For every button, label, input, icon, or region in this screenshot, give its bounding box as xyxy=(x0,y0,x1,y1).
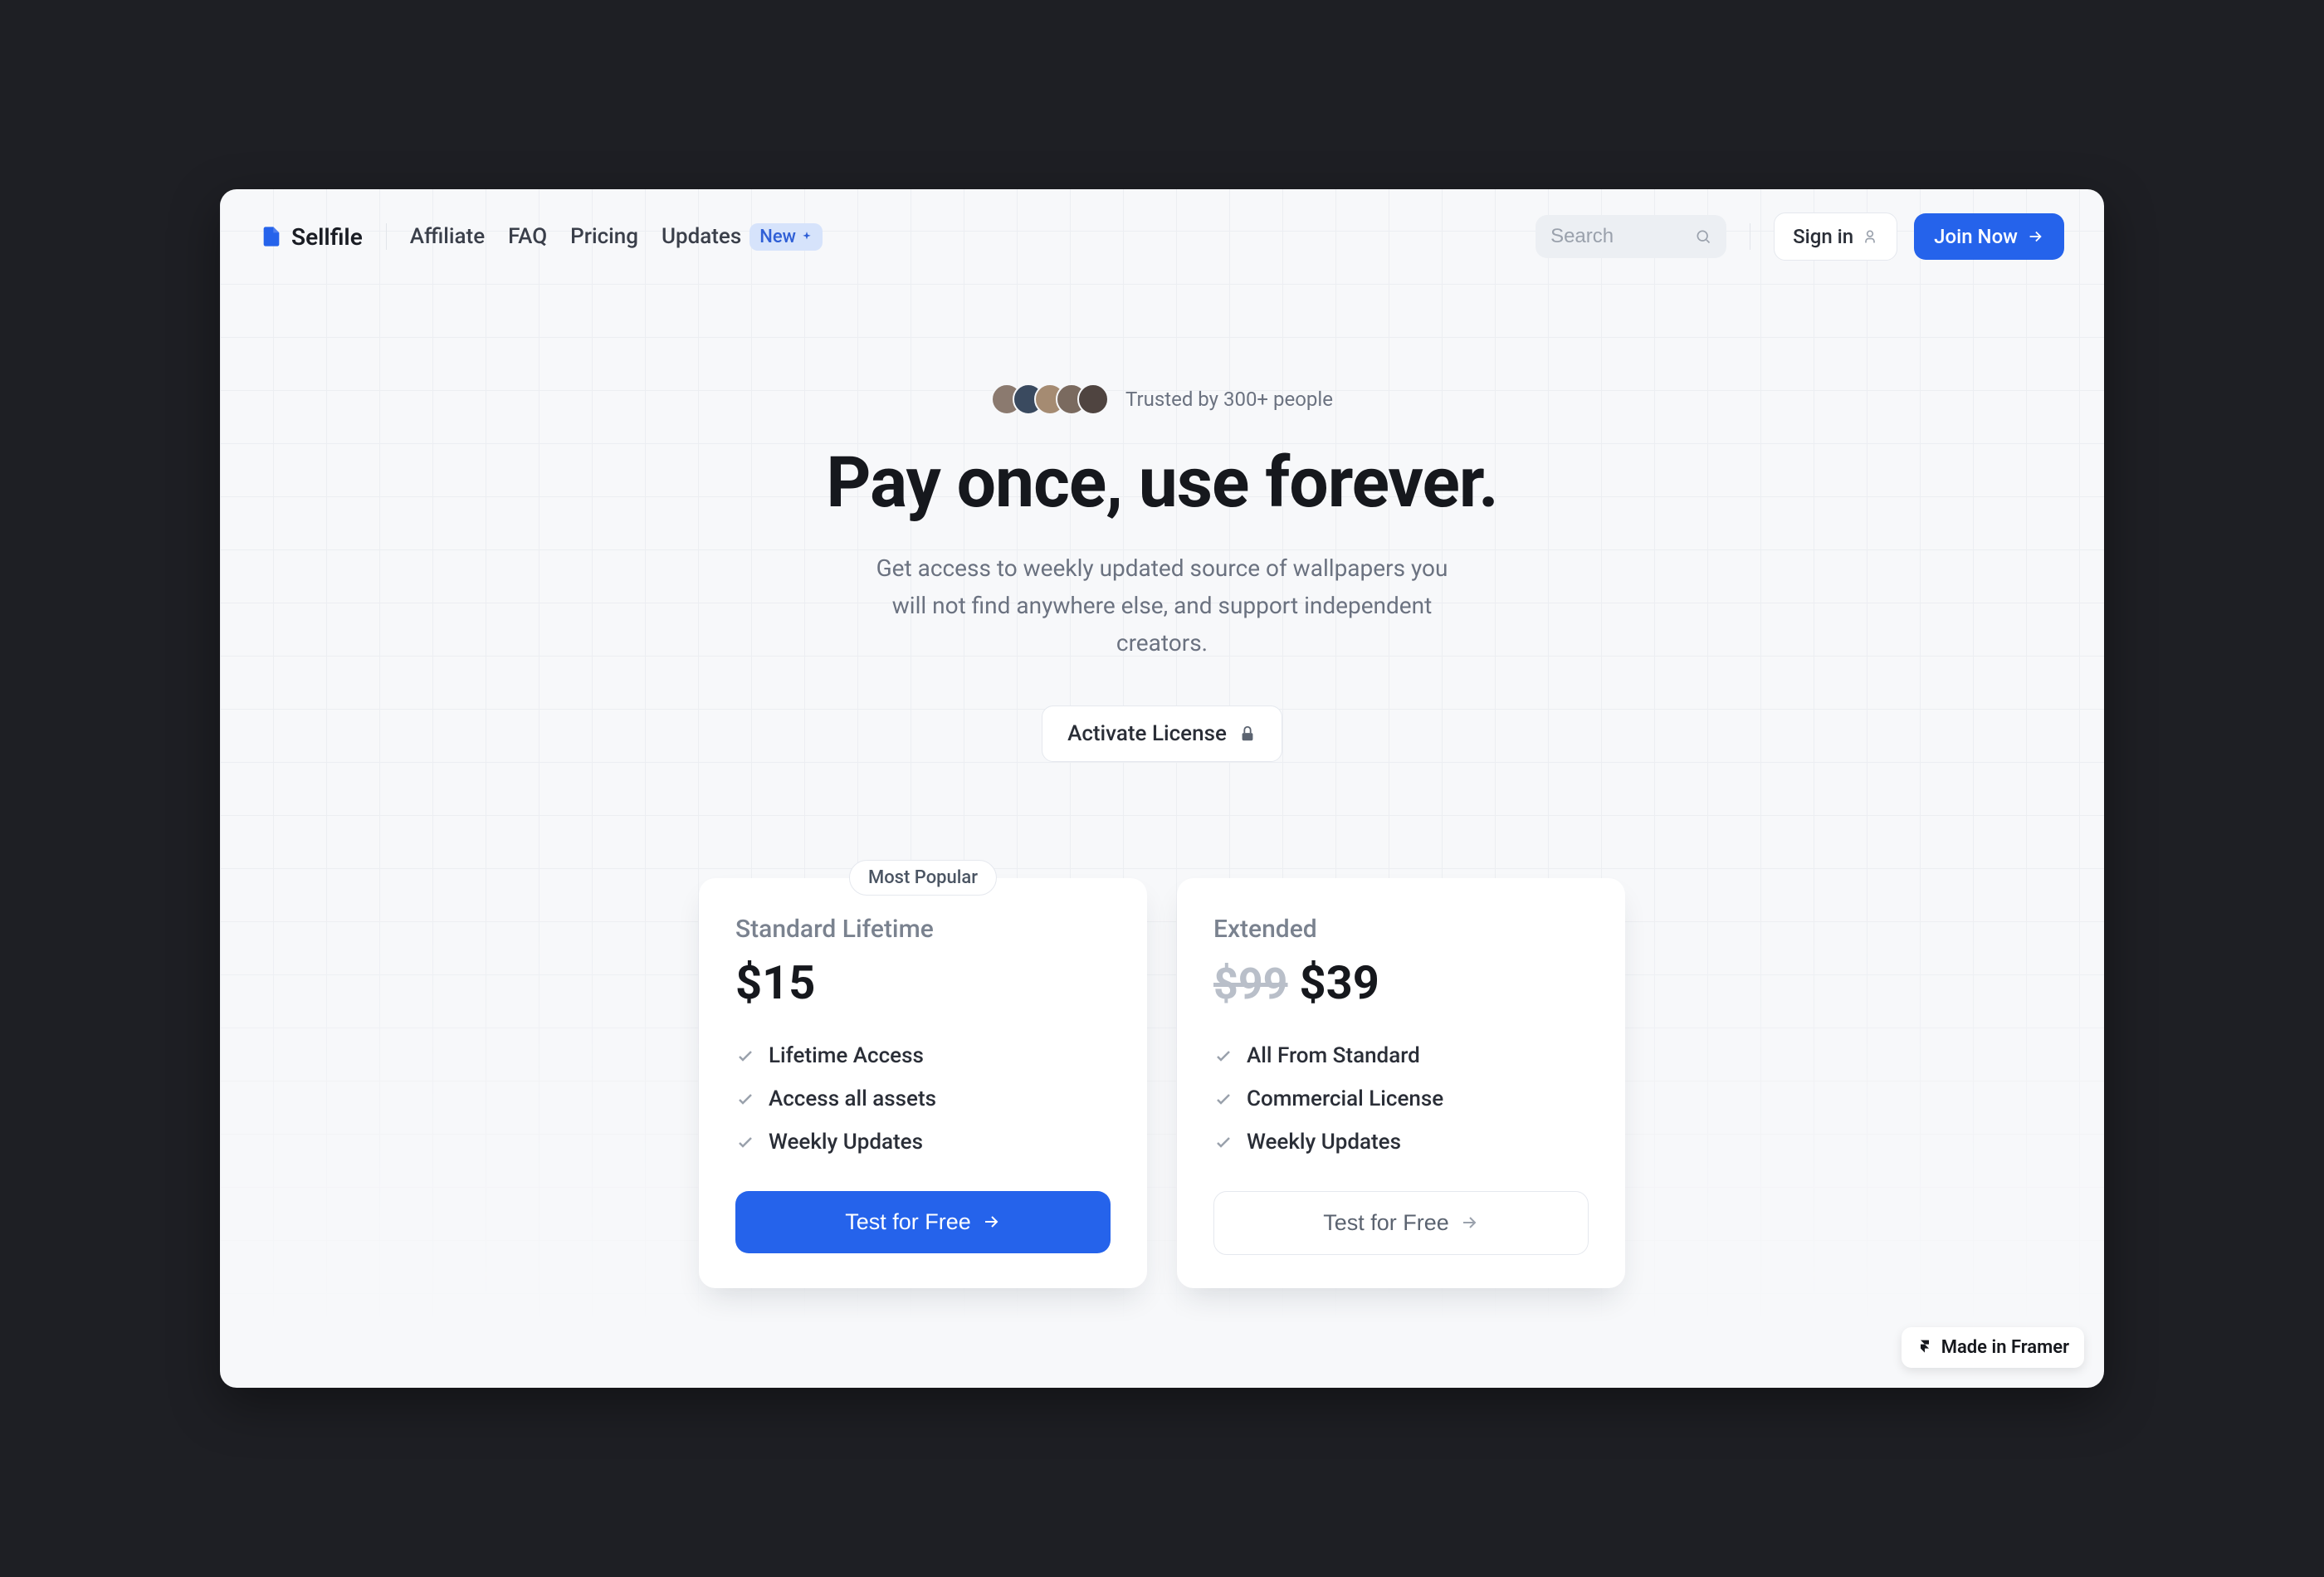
framer-icon xyxy=(1916,1339,1933,1355)
most-popular-badge: Most Popular xyxy=(849,860,997,896)
nav-faq[interactable]: FAQ xyxy=(508,224,547,249)
test-free-button[interactable]: Test for Free xyxy=(1213,1191,1589,1255)
framer-badge[interactable]: Made in Framer xyxy=(1902,1327,2084,1368)
sparkle-icon xyxy=(801,231,813,242)
navbar: Sellfile Affiliate FAQ Pricing Updates N… xyxy=(220,189,2104,284)
feature-item: All From Standard xyxy=(1213,1043,1589,1068)
price-row: $15 xyxy=(735,955,1111,1010)
arrow-right-icon xyxy=(1459,1213,1479,1233)
price-row: $99 $39 xyxy=(1213,955,1589,1010)
plan-price: $15 xyxy=(735,955,815,1010)
plan-standard: Most Popular Standard Lifetime $15 Lifet… xyxy=(699,878,1147,1288)
test-free-button[interactable]: Test for Free xyxy=(735,1191,1111,1253)
hero: Trusted by 300+ people Pay once, use for… xyxy=(220,284,2104,811)
nav-updates-label: Updates xyxy=(662,224,741,249)
feature-item: Commercial License xyxy=(1213,1086,1589,1111)
feature-label: Access all assets xyxy=(769,1086,936,1111)
search-icon xyxy=(1695,227,1711,247)
check-icon xyxy=(1213,1046,1233,1066)
lock-icon xyxy=(1238,725,1257,743)
hero-subtitle: Get access to weekly updated source of w… xyxy=(863,550,1461,662)
feature-list: All From Standard Commercial License Wee… xyxy=(1213,1043,1589,1155)
join-button[interactable]: Join Now xyxy=(1914,213,2064,260)
cta-label: Test for Free xyxy=(845,1209,971,1235)
activate-license-button[interactable]: Activate License xyxy=(1042,706,1282,762)
divider xyxy=(386,223,387,250)
check-icon xyxy=(735,1089,755,1109)
arrow-right-icon xyxy=(2026,227,2044,246)
app-window: Sellfile Affiliate FAQ Pricing Updates N… xyxy=(220,189,2104,1387)
signin-label: Sign in xyxy=(1793,225,1853,248)
check-icon xyxy=(735,1132,755,1152)
feature-label: All From Standard xyxy=(1247,1043,1420,1068)
feature-label: Weekly Updates xyxy=(769,1130,923,1155)
user-icon xyxy=(1862,228,1878,245)
feature-list: Lifetime Access Access all assets Weekly… xyxy=(735,1043,1111,1155)
nav-updates[interactable]: Updates New xyxy=(662,223,823,251)
search-input[interactable] xyxy=(1550,225,1685,248)
new-badge: New xyxy=(749,223,823,251)
trust-text: Trusted by 300+ people xyxy=(1125,388,1333,411)
hero-title: Pay once, use forever. xyxy=(253,442,2071,524)
new-badge-text: New xyxy=(759,227,796,247)
plan-price: $39 xyxy=(1300,955,1379,1010)
activate-label: Activate License xyxy=(1067,721,1227,746)
feature-label: Lifetime Access xyxy=(769,1043,924,1068)
file-icon xyxy=(260,225,283,248)
logo[interactable]: Sellfile xyxy=(260,223,363,251)
brand-name: Sellfile xyxy=(291,223,363,251)
pricing-cards: Most Popular Standard Lifetime $15 Lifet… xyxy=(220,812,2104,1388)
feature-item: Weekly Updates xyxy=(1213,1130,1589,1155)
signin-button[interactable]: Sign in xyxy=(1774,212,1897,261)
plan-title: Extended xyxy=(1213,915,1589,944)
plan-old-price: $99 xyxy=(1213,959,1288,1009)
avatar-stack xyxy=(991,383,1109,415)
feature-label: Weekly Updates xyxy=(1247,1130,1401,1155)
cta-label: Test for Free xyxy=(1323,1210,1449,1236)
plan-title: Standard Lifetime xyxy=(735,915,1111,944)
nav-pricing[interactable]: Pricing xyxy=(570,224,638,249)
avatar xyxy=(1077,383,1109,415)
feature-label: Commercial License xyxy=(1247,1086,1443,1111)
trust-row: Trusted by 300+ people xyxy=(991,383,1333,415)
feature-item: Access all assets xyxy=(735,1086,1111,1111)
check-icon xyxy=(1213,1132,1233,1152)
nav-affiliate[interactable]: Affiliate xyxy=(410,224,485,249)
framer-label: Made in Framer xyxy=(1941,1337,2069,1358)
plan-extended: Extended $99 $39 All From Standard Comme… xyxy=(1177,878,1625,1288)
check-icon xyxy=(735,1046,755,1066)
nav-links: Affiliate FAQ Pricing Updates New xyxy=(410,223,823,251)
search-box[interactable] xyxy=(1536,215,1726,258)
feature-item: Lifetime Access xyxy=(735,1043,1111,1068)
feature-item: Weekly Updates xyxy=(735,1130,1111,1155)
join-label: Join Now xyxy=(1934,225,2018,248)
arrow-right-icon xyxy=(981,1212,1001,1232)
check-icon xyxy=(1213,1089,1233,1109)
